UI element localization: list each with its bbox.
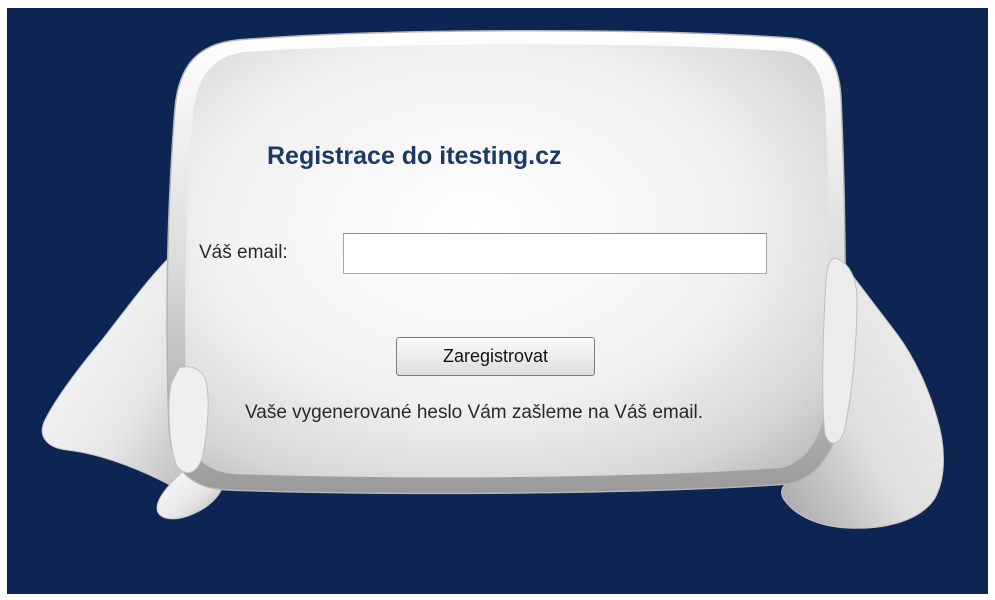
email-field[interactable] [343, 233, 767, 274]
registration-scene: Registrace do itesting.cz Váš email: Zar… [7, 8, 988, 594]
password-info-text: Vaše vygenerované heslo Vám zašleme na V… [245, 402, 704, 423]
page-title: Registrace do itesting.cz [267, 142, 562, 170]
email-label: Váš email: [199, 242, 288, 263]
cartoon-hands-holding-board [41, 29, 944, 529]
page: Registrace do itesting.cz Váš email: Zar… [0, 0, 995, 600]
register-button[interactable]: Zaregistrovat [396, 337, 595, 376]
left-fingers-shape [168, 366, 209, 474]
